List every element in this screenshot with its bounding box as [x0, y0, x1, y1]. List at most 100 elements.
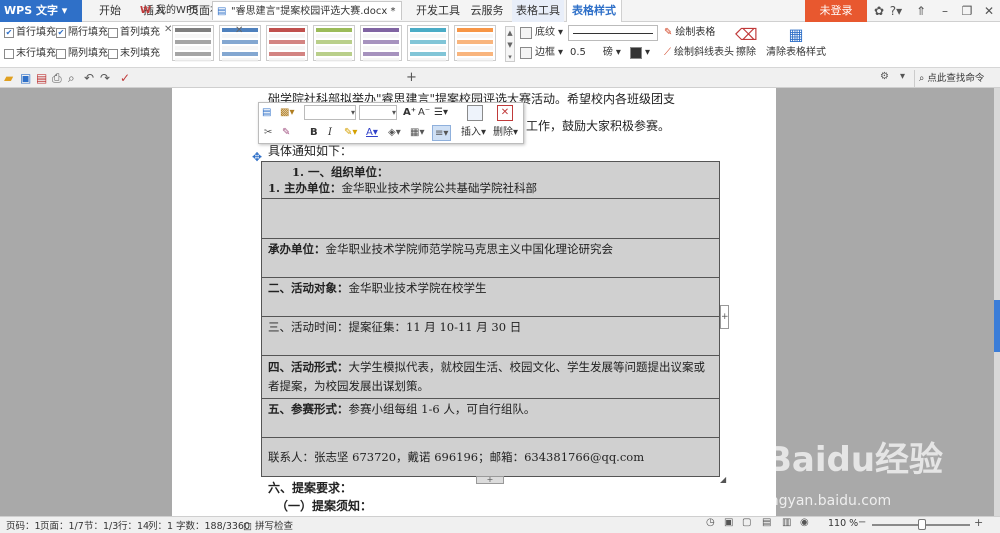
- close-tab-icon[interactable]: ✕: [235, 25, 243, 36]
- collapse-ribbon-icon[interactable]: ⇑: [910, 0, 932, 22]
- full-screen-icon[interactable]: ▢: [742, 517, 751, 528]
- tab-document[interactable]: ▤ "睿思建言"提案校园评选大赛.docx * ✕: [212, 1, 402, 36]
- table-cell[interactable]: 三、活动时间：提案征集：11 月 10-11 月 30 日: [261, 316, 720, 356]
- borders-icon[interactable]: ▦▾: [410, 125, 424, 141]
- add-row-icon[interactable]: +: [476, 476, 504, 484]
- bold-button[interactable]: B: [310, 125, 318, 141]
- page-view-icon[interactable]: ▣: [724, 517, 733, 528]
- grow-font-icon[interactable]: A⁺: [403, 105, 416, 121]
- close-icon[interactable]: ✕: [978, 0, 1000, 22]
- last-row-fill-check[interactable]: 末行填充: [4, 47, 56, 61]
- status-word-count[interactable]: 字数：188/3360: [176, 518, 250, 532]
- delete-table-icon[interactable]: ✕: [497, 105, 513, 121]
- settings-icon[interactable]: ⚙: [880, 71, 889, 82]
- insert-button[interactable]: 插入▾: [461, 125, 486, 141]
- tab-developer[interactable]: 开发工具: [414, 0, 462, 22]
- tab-my-wps[interactable]: W 我的WPS ✕: [138, 1, 212, 35]
- tab-cloud[interactable]: 云服务: [470, 0, 504, 22]
- draw-table-button[interactable]: ✎ 绘制表格: [664, 25, 715, 41]
- notice-table[interactable]: 1. 一、组织单位： 1. 主办单位：金华职业技术学院公共基础学院社科部 承办单位…: [261, 161, 720, 477]
- table-style-swatch[interactable]: [172, 25, 214, 62]
- tab-home[interactable]: 开始: [96, 0, 124, 22]
- table-cell[interactable]: 1. 一、组织单位： 1. 主办单位：金华职业技术学院公共基础学院社科部: [261, 161, 720, 199]
- first-row-fill-check[interactable]: ✔ 首行填充: [4, 26, 56, 40]
- close-tab-icon[interactable]: ✕: [164, 24, 172, 35]
- more-icon[interactable]: ▾: [900, 71, 905, 82]
- align-icon[interactable]: ≡▾: [432, 125, 452, 141]
- table-row: 1. 一、组织单位： 1. 主办单位：金华职业技术学院公共基础学院社科部: [261, 161, 720, 199]
- web-layout-icon[interactable]: ▤: [762, 517, 771, 528]
- italic-button[interactable]: I: [328, 125, 332, 141]
- table-cell[interactable]: [261, 198, 720, 239]
- new-tab-icon[interactable]: +: [406, 70, 417, 85]
- table-cell[interactable]: 联系人：张志坚 673720，戴诺 696196；邮箱：634381766@qq…: [261, 437, 720, 477]
- border-button[interactable]: 边框 ▾: [520, 45, 563, 61]
- draw-diagonal-button[interactable]: ⟋ 绘制斜线表头: [664, 45, 734, 61]
- save-icon[interactable]: ▣: [20, 71, 33, 85]
- line-style-select[interactable]: [568, 25, 658, 41]
- zoom-in-icon[interactable]: +: [974, 516, 983, 529]
- cut-icon[interactable]: ✂: [264, 125, 272, 141]
- pin-icon[interactable]: ✓: [120, 71, 133, 85]
- table-cell[interactable]: 五、参赛形式：参赛小组每组 1-6 人，可自行组队。: [261, 398, 720, 438]
- shrink-font-icon[interactable]: A⁻: [418, 105, 430, 121]
- eye-protection-icon[interactable]: ◉: [800, 517, 809, 528]
- open-folder-icon[interactable]: ▰: [4, 71, 17, 85]
- status-row: 行：14: [118, 521, 150, 532]
- paste-icon[interactable]: ▩▾: [280, 105, 294, 121]
- line-width-select[interactable]: 0.5 磅 ▾: [570, 45, 621, 61]
- delete-button[interactable]: 删除▾: [493, 125, 518, 141]
- copy-format-icon[interactable]: ▤: [262, 105, 271, 121]
- swatch-row: [316, 40, 352, 44]
- eraser-icon: ⌫: [735, 25, 758, 44]
- table-row: 承办单位：金华职业技术学院师范学院马克思主义中国化理论研究会: [261, 238, 720, 278]
- shading-button[interactable]: 底纹 ▾: [520, 25, 563, 41]
- table-style-swatch[interactable]: [454, 25, 496, 62]
- highlight-icon[interactable]: ✎▾: [344, 125, 357, 141]
- clear-table-style-button[interactable]: ▦ 清除表格样式: [764, 25, 828, 61]
- line-spacing-icon[interactable]: ☰▾: [434, 105, 448, 121]
- add-column-icon[interactable]: +: [720, 305, 729, 329]
- zoom-slider-knob[interactable]: [918, 519, 926, 530]
- print-preview-icon[interactable]: ⌕: [68, 71, 81, 85]
- table-style-swatch[interactable]: [407, 25, 449, 62]
- table-resize-handle-icon[interactable]: ◢: [720, 476, 728, 484]
- gallery-scroll[interactable]: ▲ ▼ ▾: [505, 26, 515, 62]
- format-painter-icon[interactable]: ✎: [282, 125, 290, 141]
- alternate-row-fill-check[interactable]: ✔ 隔行填充: [56, 26, 108, 40]
- minimize-icon[interactable]: –: [934, 0, 956, 22]
- export-pdf-icon[interactable]: ▤: [36, 71, 49, 85]
- font-size-select[interactable]: ▾: [359, 105, 397, 120]
- wps-app-button[interactable]: WPS 文字 ▾: [0, 0, 82, 22]
- table-style-swatch[interactable]: [360, 25, 402, 62]
- login-button[interactable]: 未登录: [805, 0, 867, 22]
- undo-icon[interactable]: ↶: [84, 71, 97, 85]
- restore-icon[interactable]: ❐: [956, 0, 978, 22]
- print-icon[interactable]: ⎙: [52, 71, 65, 85]
- shading-color-icon[interactable]: ◈▾: [388, 125, 401, 141]
- tab-table-style[interactable]: 表格样式: [566, 0, 622, 22]
- reading-mode-icon[interactable]: ◷: [706, 517, 715, 528]
- erase-button[interactable]: ⌫ 擦除: [735, 25, 758, 61]
- table-style-swatch[interactable]: [313, 25, 355, 62]
- pen-color-button[interactable]: ▾: [630, 45, 650, 61]
- outline-view-icon[interactable]: ▥: [782, 517, 791, 528]
- spell-check-toggle[interactable]: □ 拼写检查: [243, 518, 293, 532]
- alternate-col-fill-check[interactable]: 隔列填充: [56, 47, 108, 61]
- first-col-fill-check[interactable]: 首列填充: [108, 26, 160, 40]
- insert-table-icon[interactable]: [467, 105, 483, 121]
- table-cell[interactable]: 承办单位：金华职业技术学院师范学院马克思主义中国化理论研究会: [261, 238, 720, 278]
- help-icon[interactable]: ?▾: [884, 0, 908, 22]
- table-cell[interactable]: 二、活动对象：金华职业技术学院在校学生: [261, 277, 720, 317]
- zoom-out-icon[interactable]: −: [858, 517, 866, 528]
- table-style-swatch[interactable]: [266, 25, 308, 62]
- last-col-fill-check[interactable]: 末列填充: [108, 47, 160, 61]
- zoom-level[interactable]: 110 %: [828, 518, 858, 529]
- command-search[interactable]: ⌕ 点此查找命令: [914, 70, 998, 87]
- font-color-icon[interactable]: A▾: [366, 125, 378, 141]
- scrollbar-thumb[interactable]: [994, 300, 1000, 352]
- font-name-select[interactable]: ▾: [304, 105, 356, 120]
- redo-icon[interactable]: ↷: [100, 71, 113, 85]
- table-cell[interactable]: 四、活动形式：大学生模拟代表，就校园生活、校园文化、学生发展等问题提出议案或者提…: [261, 355, 720, 399]
- tab-table-tools[interactable]: 表格工具: [512, 0, 564, 22]
